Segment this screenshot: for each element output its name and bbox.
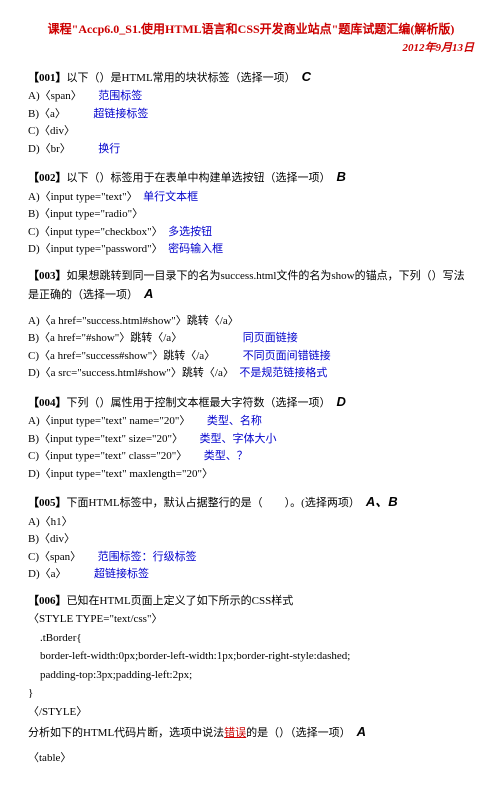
q004-number: 【004】 [28,397,67,409]
q006-code4: padding-top:3px;padding-left:2px; [28,667,474,684]
document-title: 课程"Accp6.0_S1.使用HTML语言和CSS开发商业站点"题库试题汇编(… [28,20,474,38]
q002-option-a: A)〈input type="text"〉 单行文本框 [28,189,474,206]
q006-number: 【006】 [28,595,67,607]
q001-header: 【001】以下（）是HTML常用的块状标签（选择一项） C [28,67,474,87]
q005-option-c: C)〈span〉 范围标签：行级标签 [28,549,474,566]
q003-note-c: 不同页面间错链接 [243,350,331,362]
q006-code5: } [28,685,474,702]
q002-note-c: 多选按钮 [168,226,212,238]
q006-answer: A [357,724,366,739]
q002-note-d: 密码输入框 [168,243,223,255]
q001-note-a: 范围标签 [98,90,142,102]
q002-option-b: B)〈input type="radio"〉 [28,206,474,223]
q001-note-d: 换行 [98,143,120,155]
q004-option-d: D)〈input type="text" maxlength="20"〉 [28,466,474,483]
q003-answer: A [144,286,153,301]
q002-option-d: D)〈input type="password"〉 密码输入框 [28,241,474,258]
q002-header: 【002】以下（）标签用于在表单中构建单选按钮（选择一项） B [28,167,474,187]
q004-note-a: 类型、名称 [207,415,262,427]
q004-text: 下列（）属性用于控制文本框最大字符数（选择一项） [67,397,331,409]
q006-header: 【006】已知在HTML页面上定义了如下所示的CSS样式 [28,593,474,610]
q006-footer: 分析如下的HTML代码片断，选项中说法错误的是（）（选择一项）A [28,722,474,742]
q006-table: 〈table〉 [28,750,474,767]
q002-text: 以下（）标签用于在表单中构建单选按钮（选择一项） [67,172,331,184]
q005-answer: A、B [366,494,398,509]
q001-option-a: A)〈span〉 范围标签 [28,88,474,105]
q003-note-b: 同页面链接 [243,332,298,344]
q006-code3: border-left-width:0px;border-left-width:… [28,648,474,665]
q001-number: 【001】 [28,72,67,84]
q005-header: 【005】下面HTML标签中，默认占据整行的是（ ）。(选择两项） A、B [28,492,474,512]
q006-code2: .tBorder{ [28,630,474,647]
q003-option-c: C)〈a href="success#show"〉跳转〈/a〉 不同页面间错链接 [28,348,474,365]
q004-note-b: 类型、字体大小 [200,433,277,445]
q005-option-b: B)〈div〉 [28,531,474,548]
q002-option-c: C)〈input type="checkbox"〉 多选按钮 [28,224,474,241]
q005-text: 下面HTML标签中，默认占据整行的是（ ）。(选择两项） [67,497,360,509]
document-date: 2012年9月13日 [28,40,474,57]
q003-number: 【003】 [28,270,67,282]
q006-error-word: 错误 [224,727,246,739]
q001-option-b: B)〈a〉 超链接标签 [28,106,474,123]
q001-option-d: D)〈br〉 换行 [28,141,474,158]
q005-option-a: A)〈h1〉 [28,514,474,531]
q001-note-b: 超链接标签 [93,108,148,120]
q002-note-a: 单行文本框 [143,191,198,203]
q002-number: 【002】 [28,172,67,184]
q001-text: 以下（）是HTML常用的块状标签（选择一项） [67,72,296,84]
q001-answer: C [302,69,311,84]
q004-option-a: A)〈input type="text" name="20"〉 类型、名称 [28,413,474,430]
q003-option-a: A)〈a href="success.html#show"〉跳转〈/a〉 [28,313,474,330]
q006-code6: 〈/STYLE〉 [28,704,474,721]
q005-number: 【005】 [28,497,67,509]
q001-option-c: C)〈div〉 [28,123,474,140]
q004-header: 【004】下列（）属性用于控制文本框最大字符数（选择一项） D [28,392,474,412]
q005-option-d: D)〈a〉 超链接标签 [28,566,474,583]
q003-header: 【003】如果想跳转到同一目录下的名为success.html文件的名为show… [28,268,474,304]
q005-note-c: 范围标签：行级标签 [98,551,197,563]
q002-answer: B [337,169,346,184]
q004-option-b: B)〈input type="text" size="20"〉 类型、字体大小 [28,431,474,448]
q003-option-b: B)〈a href="#show"〉跳转〈/a〉 同页面链接 [28,330,474,347]
q006-code1: 〈STYLE TYPE="text/css"〉 [28,611,474,628]
q004-option-c: C)〈input type="text" class="20"〉 类型、？ [28,448,474,465]
q004-answer: D [337,394,346,409]
q006-text: 已知在HTML页面上定义了如下所示的CSS样式 [67,595,294,607]
q005-note-d: 超链接标签 [94,568,149,580]
q004-note-c: 类型、？ [204,450,248,462]
q003-text: 如果想跳转到同一目录下的名为success.html文件的名为show的锚点，下… [28,270,465,302]
q003-note-d: 不是规范链接格式 [239,367,327,379]
q003-option-d: D)〈a src="success.html#show"〉跳转〈/a〉 不是规范… [28,365,474,382]
